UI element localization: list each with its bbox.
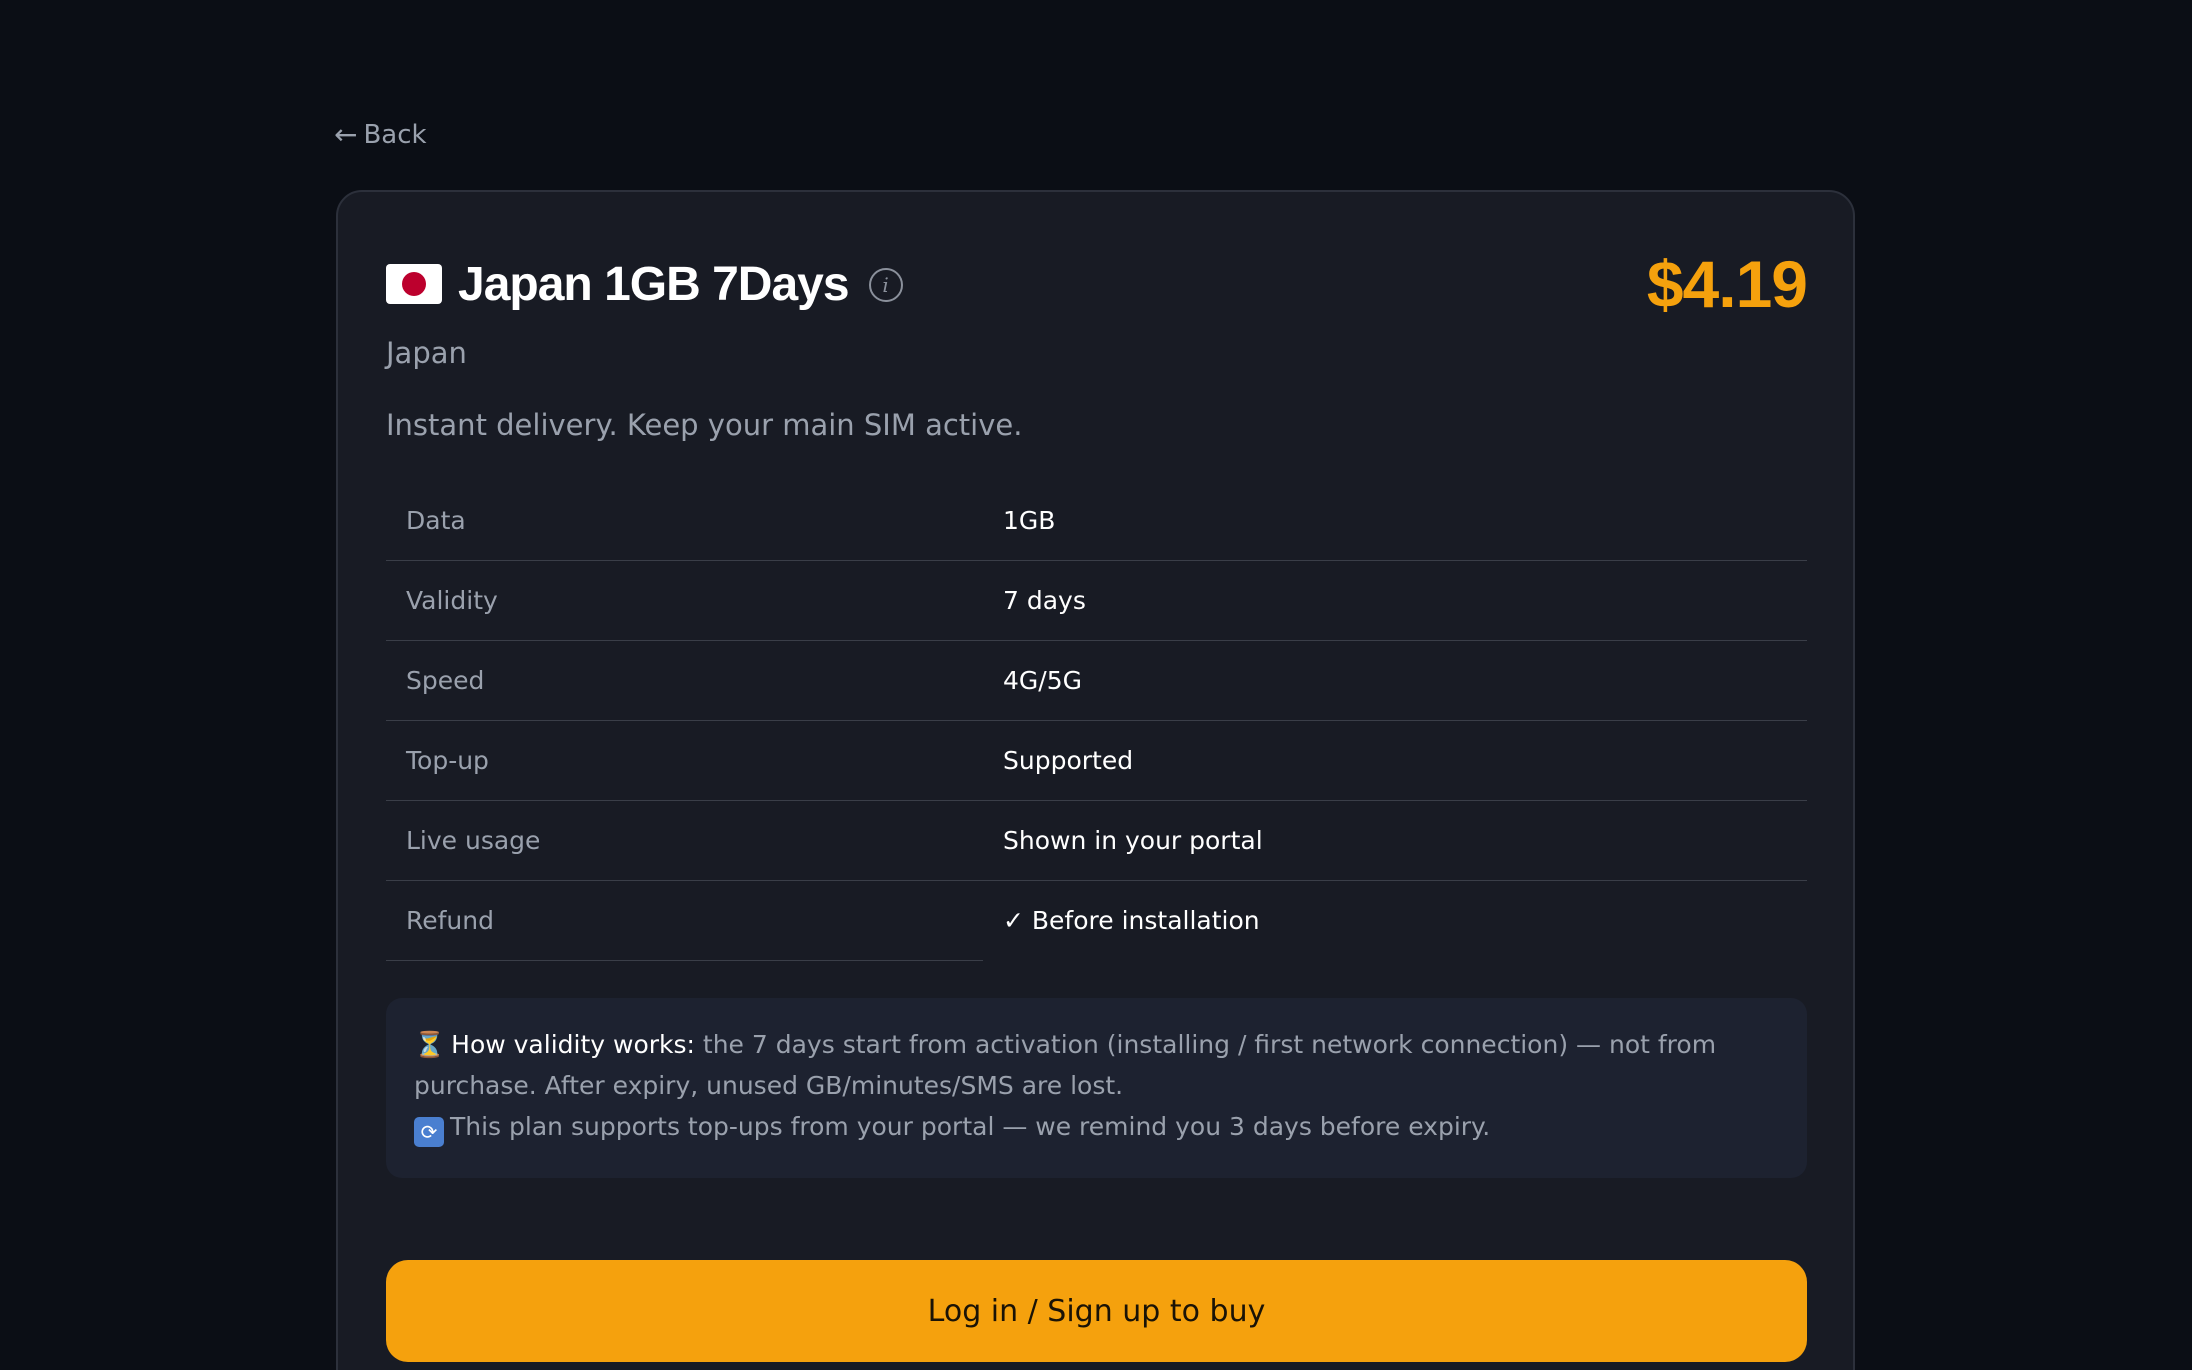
back-label: Back: [363, 119, 427, 150]
spec-row-speed: Speed 4G/5G: [386, 640, 1807, 721]
spec-table: Data 1GB Validity 7 days Speed 4G/5G Top…: [386, 482, 1807, 961]
spec-label: Refund: [386, 880, 983, 961]
refresh-icon: ⟳: [414, 1117, 444, 1147]
spec-value: 4G/5G: [983, 640, 1807, 721]
plan-card: Japan 1GB 7Days i $4.19 Japan Instant de…: [336, 190, 1855, 1370]
back-link[interactable]: ← Back: [334, 118, 427, 151]
validity-heading: How validity works:: [451, 1030, 695, 1059]
spec-row-refund: Refund ✓ Before installation: [386, 880, 1807, 961]
plan-header: Japan 1GB 7Days i $4.19: [386, 247, 1808, 328]
spec-value: Shown in your portal: [983, 800, 1807, 881]
plan-price: $4.19: [1646, 247, 1808, 321]
info-icon[interactable]: i: [868, 268, 903, 302]
spec-label: Top-up: [386, 720, 983, 801]
validity-note: ⏳ How validity works: the 7 days start fr…: [386, 998, 1807, 1178]
plan-title: Japan 1GB 7Days: [458, 257, 850, 311]
spec-value: ✓ Before installation: [1003, 905, 1260, 935]
spec-label: Data: [386, 482, 983, 561]
topup-paragraph: ⟳ This plan supports top-ups from your po…: [414, 1106, 1779, 1147]
topup-text: This plan supports top-ups from your por…: [450, 1112, 1491, 1141]
spec-row-data: Data 1GB: [386, 482, 1807, 561]
spec-value: 1GB: [983, 482, 1807, 561]
plan-country: Japan: [386, 336, 467, 370]
spec-label: Validity: [386, 560, 983, 641]
back-arrow-icon: ←: [334, 118, 358, 151]
plan-tagline: Instant delivery. Keep your main SIM act…: [386, 408, 1023, 442]
spec-label: Live usage: [386, 800, 983, 881]
validity-paragraph: ⏳ How validity works: the 7 days start fr…: [414, 1024, 1779, 1106]
spec-row-validity: Validity 7 days: [386, 560, 1807, 641]
spec-label: Speed: [386, 640, 983, 721]
hourglass-icon: ⏳: [414, 1030, 446, 1059]
spec-row-topup: Top-up Supported: [386, 720, 1807, 801]
japan-flag-icon: [386, 264, 442, 304]
spec-value: 7 days: [983, 560, 1807, 641]
spec-row-live-usage: Live usage Shown in your portal: [386, 800, 1807, 881]
title-wrap: Japan 1GB 7Days i: [386, 248, 903, 328]
spec-value: Supported: [983, 720, 1807, 801]
page: ← Back Japan 1GB 7Days i $4.19 Japan Ins…: [0, 0, 2192, 1370]
login-signup-buy-button[interactable]: Log in / Sign up to buy: [386, 1260, 1807, 1362]
